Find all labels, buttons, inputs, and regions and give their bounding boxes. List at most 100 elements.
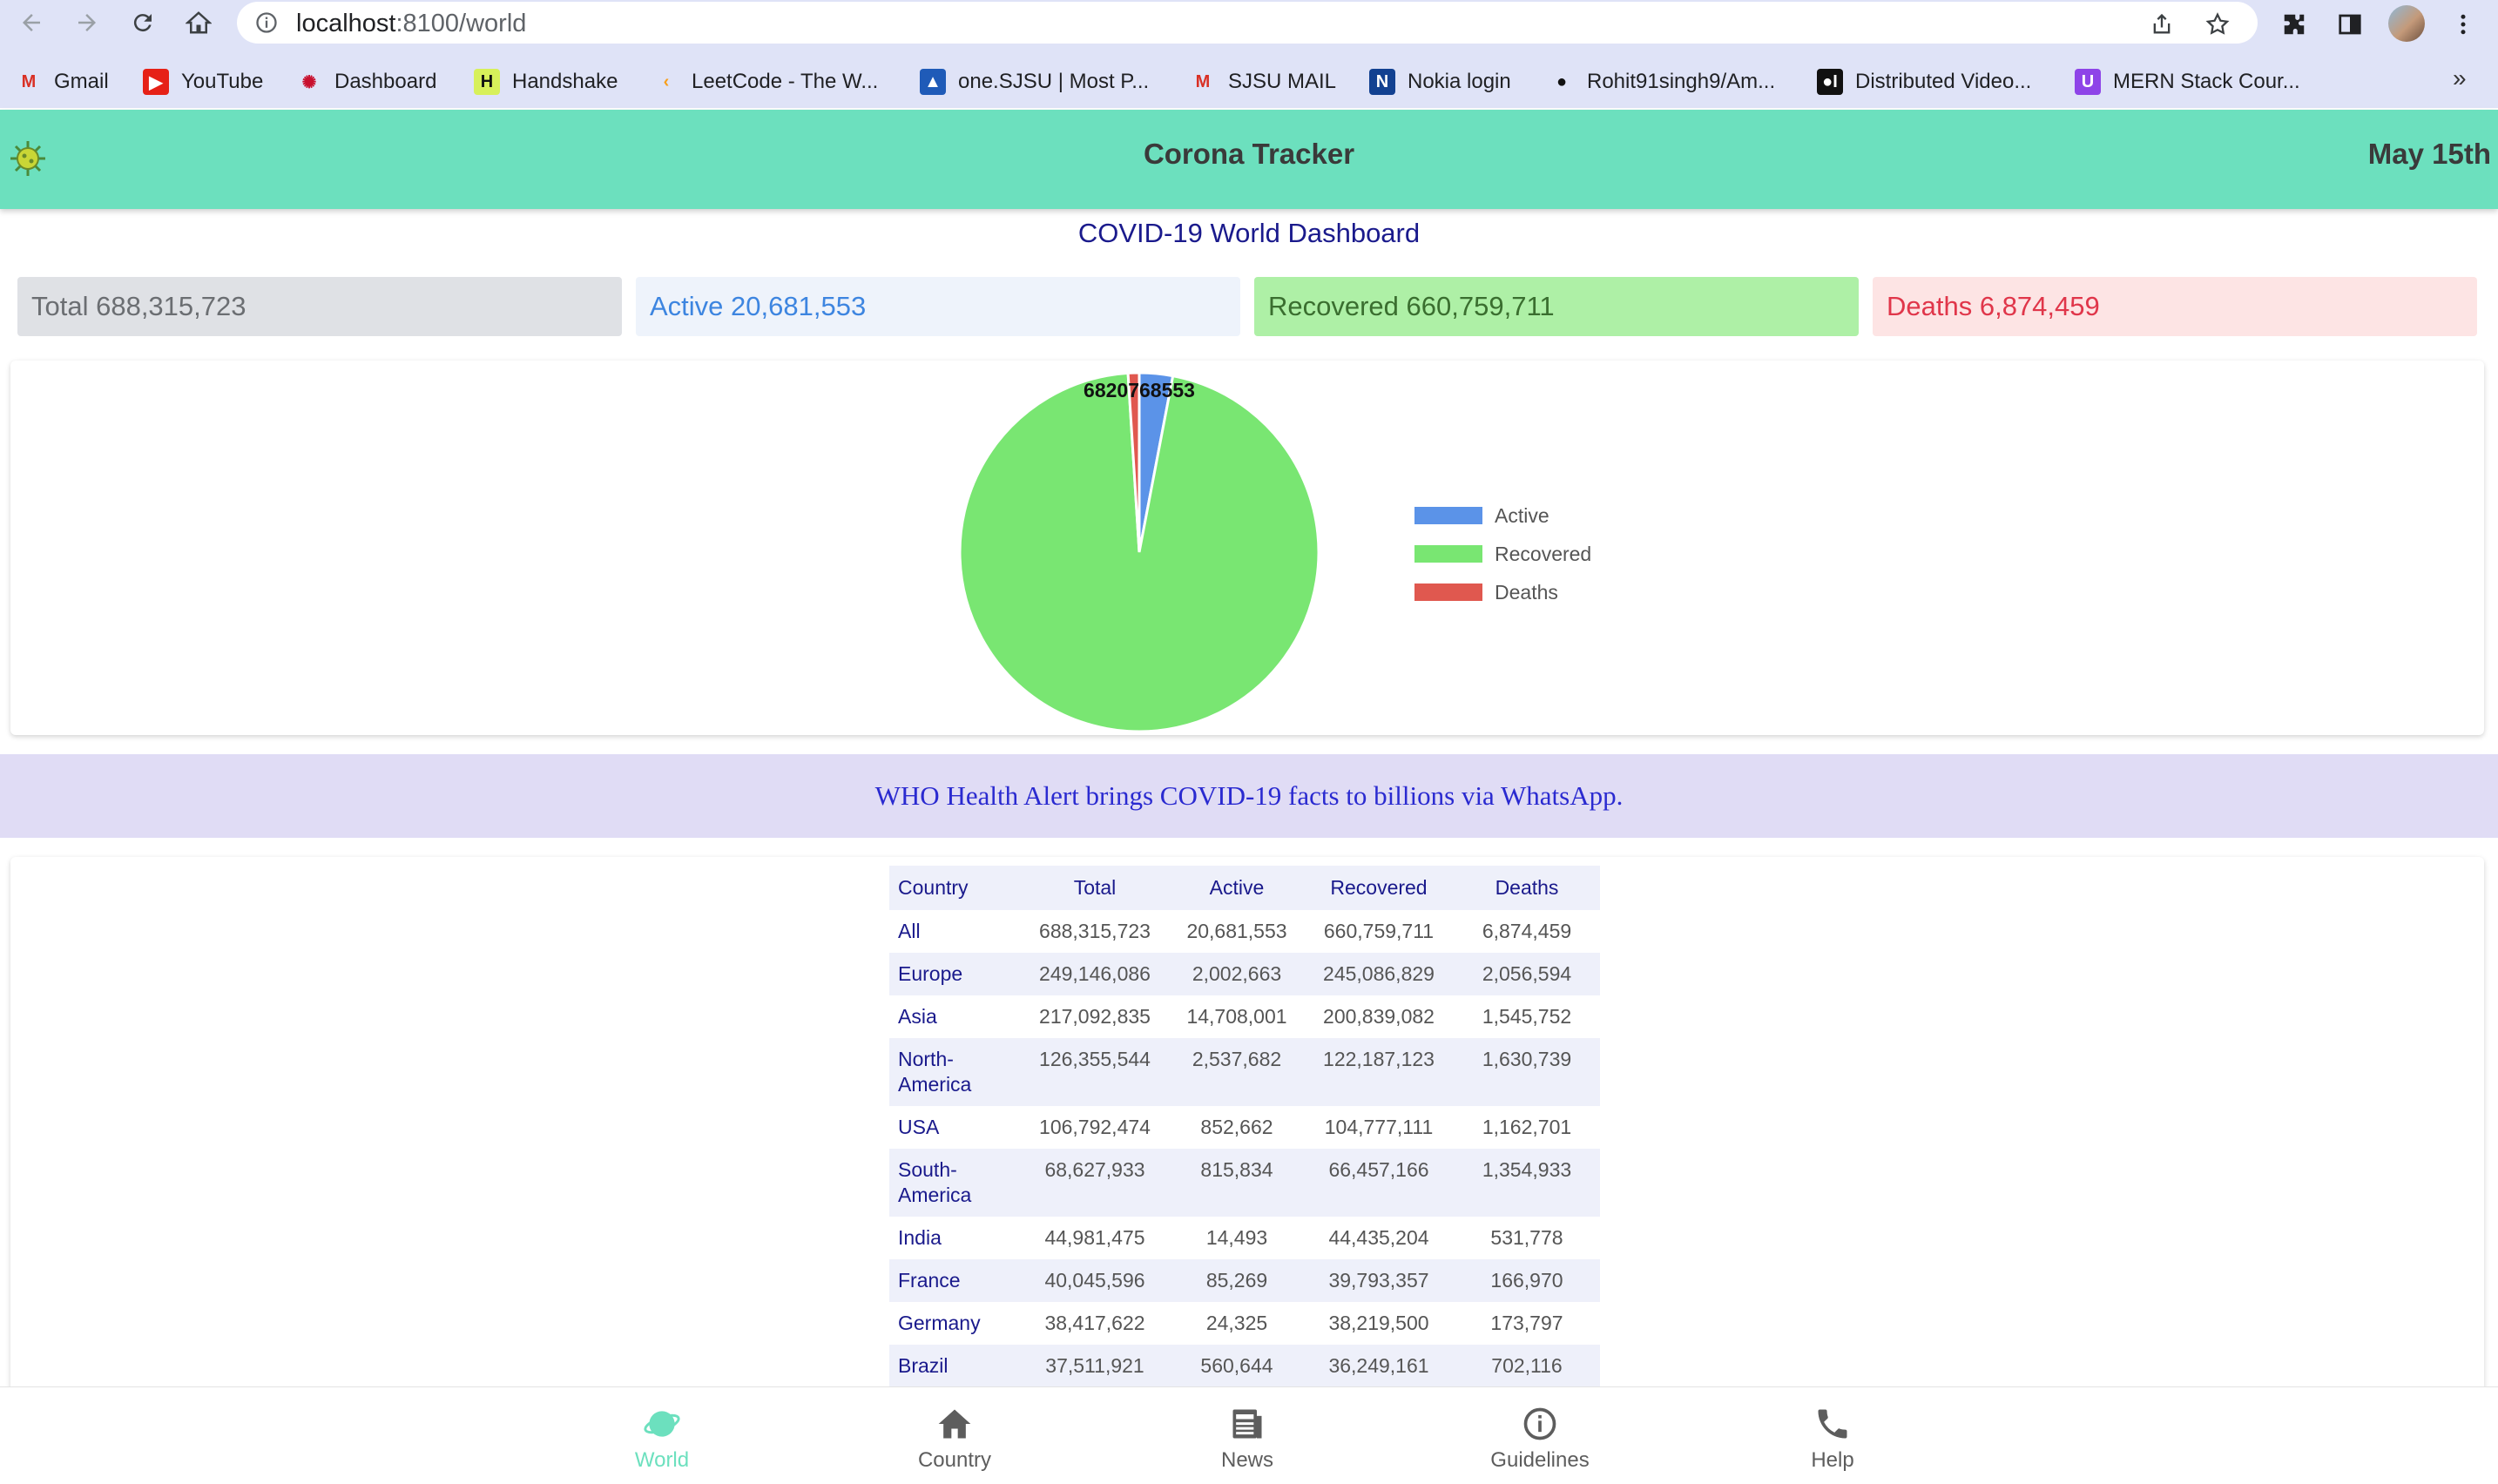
dashboard-icon: ✺: [301, 72, 317, 92]
cell-active: 24,325: [1205, 1312, 1268, 1334]
bookmark-label: YouTube: [181, 70, 264, 93]
legend-label: Recovered: [1495, 542, 1592, 565]
table-row[interactable]: Europe 249,146,086 2,002,663 245,086,829 2,0…: [889, 953, 1600, 995]
cell-recovered: 245,086,829: [1304, 953, 1454, 995]
table-row[interactable]: South-America 68,627,933 815,834 66,457,166…: [889, 1149, 1600, 1217]
legend-item-deaths[interactable]: Deaths: [1414, 573, 1591, 611]
cell-recovered: 200,839,082: [1323, 1005, 1435, 1028]
url-host: localhost: [296, 10, 396, 37]
table-row[interactable]: France 40,045,596 85,269 39,793,357 166,970: [889, 1259, 1600, 1302]
cell-total: 38,417,622: [1044, 1312, 1145, 1334]
legend-item-recovered[interactable]: Recovered: [1414, 535, 1591, 573]
table-row[interactable]: Asia 217,092,835 14,708,001 200,839,082 1,54…: [889, 995, 1600, 1038]
cell-total: 40,045,596: [1020, 1259, 1170, 1302]
cell-country: France: [889, 1259, 1020, 1302]
header-total[interactable]: Total: [1020, 866, 1170, 910]
side-panel-icon[interactable]: [2333, 7, 2367, 42]
header-deaths[interactable]: Deaths: [1454, 866, 1600, 910]
share-icon[interactable]: [2146, 9, 2177, 40]
bookmark-item[interactable]: ▲ one.SJSU | Most P...: [920, 64, 1149, 99]
bookmark-label: Handshake: [512, 70, 618, 93]
bookmark-label: Dashboard: [334, 70, 437, 93]
phone-icon: [1812, 1403, 1853, 1445]
bookmark-label: Distributed Video...: [1855, 70, 2032, 93]
cell-active: 815,834: [1170, 1149, 1304, 1217]
bookmark-item[interactable]: ● Rohit91singh9/Am...: [1549, 64, 1775, 99]
bookmark-label: LeetCode - The W...: [692, 70, 879, 93]
tab-label: Country: [917, 1448, 992, 1472]
leetcode-icon: ‹: [663, 71, 670, 91]
cell-country: Europe: [889, 953, 1020, 995]
cell-active: 2,002,663: [1170, 953, 1304, 995]
cell-recovered: 39,793,357: [1304, 1259, 1454, 1302]
cell-total: 126,355,544: [1020, 1038, 1170, 1106]
github-icon: ●: [1556, 71, 1568, 91]
medium-icon: ●I: [1817, 69, 1843, 95]
cell-country: All: [898, 920, 921, 942]
bookmark-item[interactable]: M SJSU MAIL: [1190, 64, 1336, 99]
tab-label: Help: [1811, 1448, 1854, 1472]
header-country[interactable]: Country: [889, 866, 1020, 910]
bookmark-label: one.SJSU | Most P...: [958, 70, 1150, 93]
bookmark-star-icon[interactable]: [2202, 9, 2233, 40]
bookmark-item[interactable]: ▶ YouTube: [143, 64, 263, 99]
table-row[interactable]: USA 106,792,474 852,662 104,777,111 1,162,70…: [889, 1106, 1600, 1149]
bookmark-item[interactable]: ✺ Dashboard: [296, 64, 437, 99]
cell-recovered: 122,187,123: [1304, 1038, 1454, 1106]
table-header-row: Country Total Active Recovered Deaths: [889, 866, 1600, 910]
cell-total: 688,315,723: [1039, 920, 1151, 942]
country-table: Country Total Active Recovered Deaths Al…: [889, 866, 1600, 1387]
pie-chart[interactable]: 6820768553: [955, 368, 1324, 737]
cell-country: South-America: [889, 1149, 1020, 1217]
bookmark-label: Nokia login: [1408, 70, 1511, 93]
table-row[interactable]: Germany 38,417,622 24,325 38,219,500 173,797: [889, 1302, 1600, 1345]
app-title: Corona Tracker: [1143, 138, 1355, 170]
address-row: localhost:8100/world: [0, 0, 2498, 45]
bookmark-item[interactable]: H Handshake: [474, 64, 618, 99]
bookmark-item[interactable]: N Nokia login: [1369, 64, 1511, 99]
cell-country: North-America: [889, 1038, 1020, 1106]
home-browser-icon[interactable]: [181, 5, 216, 40]
cell-deaths: 2,056,594: [1454, 953, 1600, 995]
tab-news[interactable]: News: [1143, 1387, 1352, 1484]
tab-country[interactable]: Country: [850, 1387, 1059, 1484]
cell-deaths: 6,874,459: [1482, 920, 1572, 942]
tab-label: News: [1220, 1448, 1273, 1472]
tab-guidelines[interactable]: Guidelines: [1435, 1387, 1644, 1484]
legend-label: Deaths: [1495, 580, 1558, 604]
address-bar[interactable]: localhost:8100/world: [237, 2, 2258, 44]
table-row[interactable]: India 44,981,475 14,493 44,435,204 531,778: [889, 1217, 1600, 1259]
menu-kebab-icon[interactable]: [2446, 7, 2481, 42]
back-icon[interactable]: [14, 5, 49, 40]
stat-recovered: Recovered 660,759,711: [1254, 277, 1859, 336]
cell-recovered: 36,249,161: [1304, 1345, 1454, 1387]
cell-deaths: 1,162,701: [1482, 1116, 1572, 1138]
cell-country: USA: [898, 1116, 940, 1138]
bookmark-label: Gmail: [54, 70, 109, 93]
tab-world[interactable]: World: [557, 1387, 766, 1484]
legend-label: Active: [1495, 503, 1549, 527]
profile-avatar[interactable]: [2388, 5, 2425, 42]
stat-active: Active 20,681,553: [636, 277, 1240, 336]
table-row[interactable]: All 688,315,723 20,681,553 660,759,711 6,874…: [889, 910, 1600, 953]
reload-icon[interactable]: [125, 5, 160, 40]
chart-legend: Active Recovered Deaths: [1414, 496, 1591, 611]
bookmark-item[interactable]: M Gmail: [16, 64, 109, 99]
bookmarks-more-icon[interactable]: »: [2453, 64, 2467, 92]
table-row[interactable]: Brazil 37,511,921 560,644 36,249,161 702,116: [889, 1345, 1600, 1387]
tab-help[interactable]: Help: [1728, 1387, 1937, 1484]
site-info-icon[interactable]: [254, 10, 279, 39]
tab-label: World: [634, 1448, 690, 1472]
info-icon: [1519, 1403, 1561, 1445]
header-active[interactable]: Active: [1170, 866, 1304, 910]
bookmark-item[interactable]: U MERN Stack Cour...: [2075, 64, 2300, 99]
who-alert-banner[interactable]: WHO Health Alert brings COVID-19 facts t…: [0, 754, 2498, 838]
table-row[interactable]: North-America 126,355,544 2,537,682 122,187…: [889, 1038, 1600, 1106]
extensions-icon[interactable]: [2277, 7, 2312, 42]
url-path: :8100/world: [395, 10, 527, 37]
header-recovered[interactable]: Recovered: [1304, 866, 1454, 910]
bookmark-item[interactable]: ‹ LeetCode - The W...: [653, 64, 879, 99]
forward-icon[interactable]: [70, 5, 105, 40]
legend-item-active[interactable]: Active: [1414, 496, 1591, 535]
bookmark-item[interactable]: ●I Distributed Video...: [1817, 64, 2031, 99]
